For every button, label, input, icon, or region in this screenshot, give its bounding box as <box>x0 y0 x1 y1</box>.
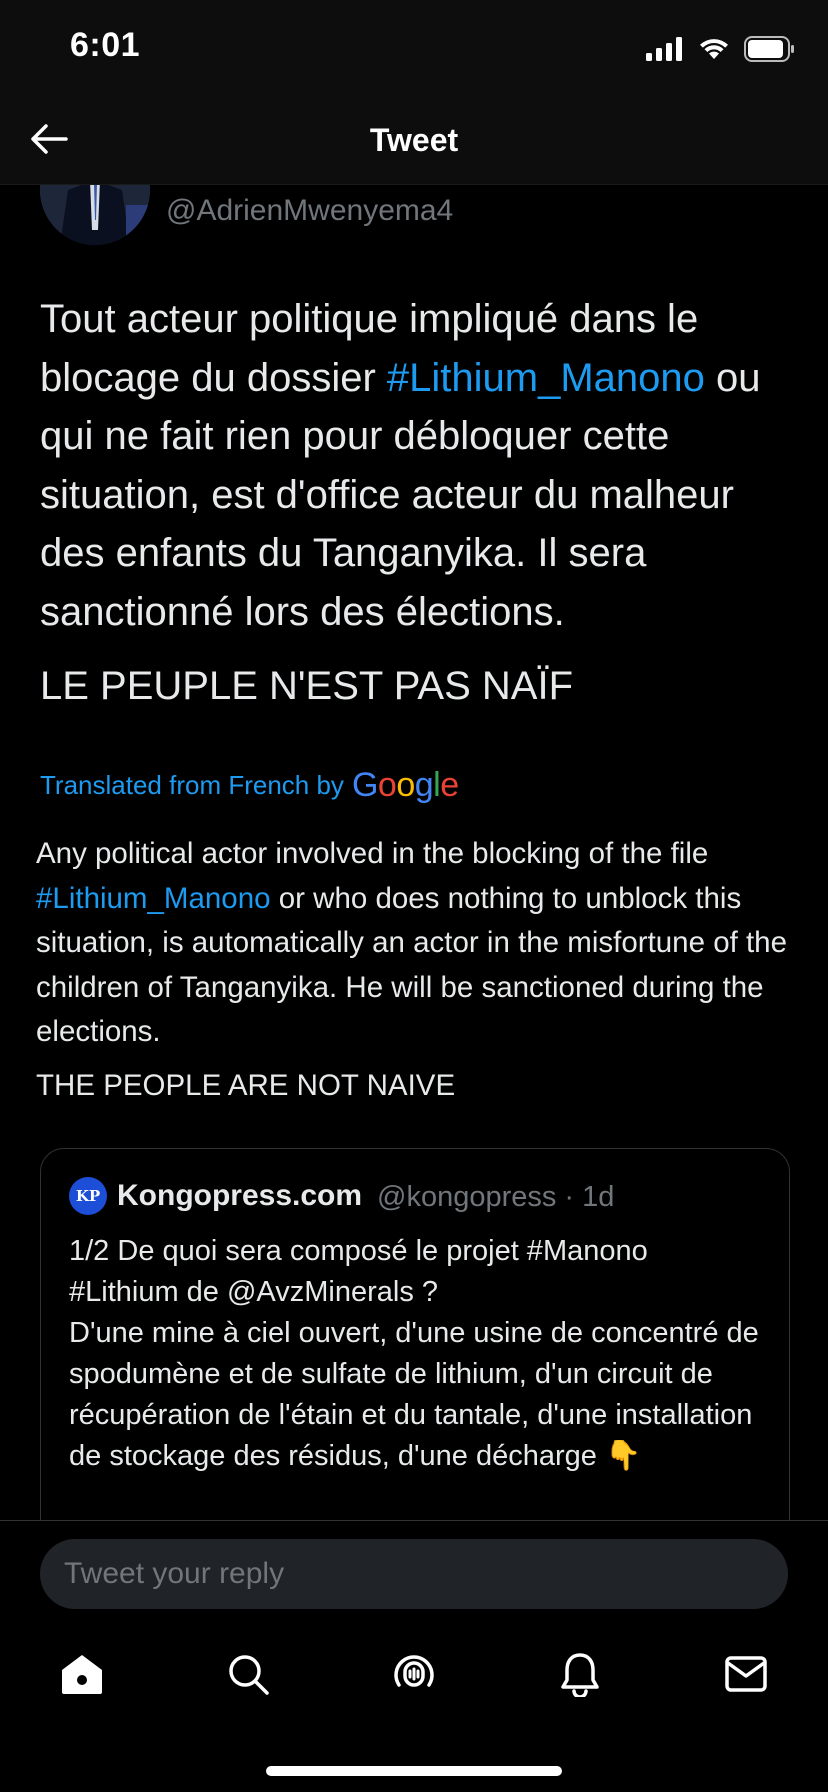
status-time: 6:01 <box>70 26 141 64</box>
mail-icon <box>724 1655 768 1698</box>
tab-spaces[interactable] <box>384 1646 444 1706</box>
home-icon <box>59 1652 105 1701</box>
translation-label: Translated from French by <box>40 770 344 800</box>
hashtag-link[interactable]: #Lithium_Manono <box>387 356 705 400</box>
quoted-tweet-text: 1/2 De quoi sera composé le projet #Mano… <box>69 1235 759 1472</box>
battery-icon <box>744 36 796 67</box>
bell-icon <box>559 1651 601 1702</box>
quoted-tweet-card[interactable]: KP Kongopress.com @kongopress · 1d 1/2 D… <box>40 1148 790 1570</box>
google-logo: Google <box>351 766 459 804</box>
status-icons <box>646 36 796 67</box>
home-indicator[interactable] <box>266 1766 562 1776</box>
reply-input[interactable] <box>40 1539 788 1609</box>
tab-messages[interactable] <box>716 1646 776 1706</box>
translation-text: Any political actor involved in the bloc… <box>36 832 796 1055</box>
spaces-icon <box>391 1651 437 1702</box>
translation-text-part: Any political actor involved in the bloc… <box>36 837 709 870</box>
author-handle[interactable]: @AdrienMwenyema4 <box>166 194 453 228</box>
quoted-author-name[interactable]: Kongopress.com <box>117 1179 362 1213</box>
translation-hashtag-link[interactable]: #Lithium_Manono <box>36 882 271 915</box>
nav-header: Tweet <box>0 100 828 185</box>
wifi-icon <box>698 37 730 66</box>
status-bar: 6:01 <box>0 0 828 100</box>
tweet-text: Tout acteur politique impliqué dans le b… <box>40 290 800 641</box>
search-icon <box>226 1652 270 1701</box>
tab-home[interactable] <box>52 1646 112 1706</box>
tab-notifications[interactable] <box>550 1646 610 1706</box>
tab-search[interactable] <box>218 1646 278 1706</box>
quoted-author-meta: @kongopress · 1d <box>377 1181 615 1213</box>
translation-text-line: THE PEOPLE ARE NOT NAIVE <box>36 1069 456 1102</box>
tweet-text-line: LE PEUPLE N'EST PAS NAÏF <box>40 664 574 708</box>
reply-bar <box>0 1520 828 1621</box>
signal-icon <box>646 37 684 66</box>
quoted-author-avatar[interactable]: KP <box>69 1177 107 1215</box>
translation-attribution[interactable]: Translated from French by Google <box>40 766 459 805</box>
page-title: Tweet <box>369 122 459 158</box>
